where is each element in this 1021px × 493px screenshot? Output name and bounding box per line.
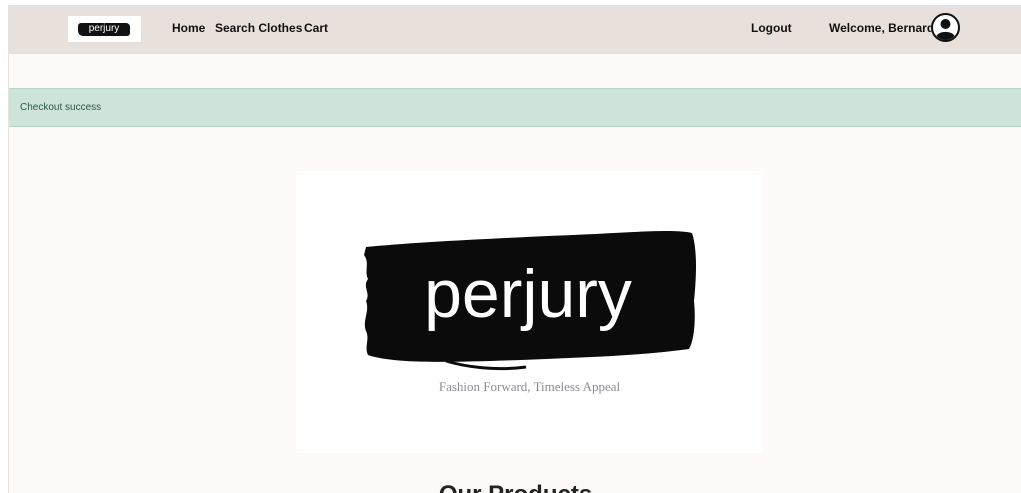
- page: perjury Home Search Clothes Cart Logout …: [8, 7, 1021, 493]
- nav-logo[interactable]: perjury: [68, 16, 141, 42]
- welcome-text: Welcome, Bernard: [829, 21, 935, 35]
- brush-stroke-logo: perjury: [364, 231, 696, 371]
- alert-message: Checkout success: [20, 102, 102, 113]
- products-heading: Our Products: [9, 481, 1021, 493]
- nav-search-clothes-link[interactable]: Search Clothes: [215, 21, 302, 35]
- user-circle-icon[interactable]: [931, 13, 960, 42]
- nav-cart-link[interactable]: Cart: [304, 21, 328, 35]
- checkout-success-alert: Checkout success: [9, 88, 1021, 127]
- logo-brush-mark: perjury: [78, 23, 130, 36]
- logo-text: perjury: [88, 23, 120, 34]
- hero-brand-text: perjury: [424, 256, 632, 332]
- nav-home-link[interactable]: Home: [172, 21, 205, 35]
- hero-tagline: Fashion Forward, Timeless Appeal: [438, 379, 621, 394]
- hero-logo-banner: perjury Fashion Forward, Timeless Appeal: [296, 171, 763, 453]
- logout-link[interactable]: Logout: [751, 21, 792, 35]
- navbar: perjury Home Search Clothes Cart Logout …: [9, 7, 1021, 54]
